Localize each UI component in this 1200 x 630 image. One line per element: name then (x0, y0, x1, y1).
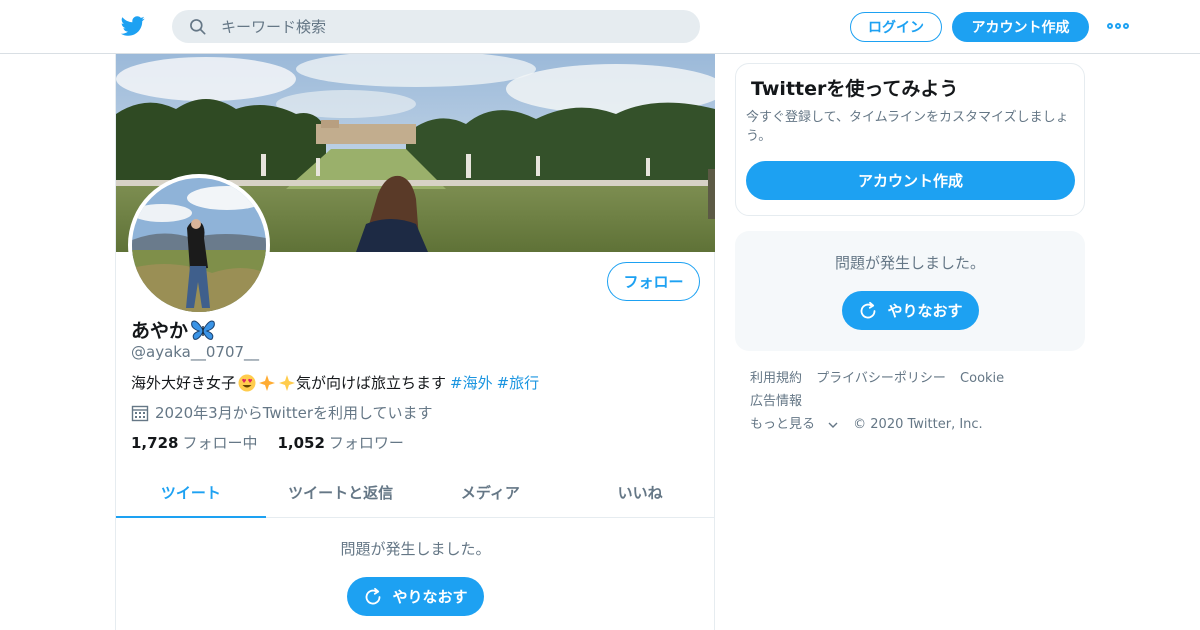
sidebar-error-message: 問題が発生しました。 (834, 254, 985, 272)
retry-label: やりなおす (392, 588, 468, 606)
timeline-error-message: 問題が発生しました。 (340, 540, 491, 558)
followers-stat[interactable]: 1,052 フォロワー (277, 432, 403, 453)
signup-card: Twitterを使ってみよう 今すぐ登録して、タイムラインをカスタマイズしましょ… (735, 63, 1085, 216)
tab-likes[interactable]: いいね (565, 467, 715, 517)
signup-card-title: Twitterを使ってみよう (751, 78, 959, 100)
followers-count: 1,052 (277, 434, 325, 452)
footer-more-label: もっと見る (750, 417, 816, 432)
footer-link-more[interactable]: もっと見る (750, 417, 839, 432)
following-stat[interactable]: 1,728 フォロー中 (131, 432, 257, 453)
refresh-icon (366, 587, 381, 604)
sparkles-emoji (279, 374, 296, 391)
search-input[interactable] (221, 17, 691, 36)
tab-tweets-and-replies[interactable]: ツイートと返信 (266, 467, 416, 517)
twitter-bird-icon[interactable] (120, 14, 146, 38)
hashtag-link[interactable]: #海外 (450, 372, 493, 393)
calendar-icon (131, 405, 149, 421)
following-label: フォロー中 (182, 434, 258, 452)
chevron-down-icon (828, 422, 838, 428)
hashtag-link[interactable]: #旅行 (497, 372, 540, 393)
signup-card-button[interactable]: アカウント作成 (746, 161, 1075, 200)
login-button[interactable]: ログイン (850, 12, 942, 42)
heart-eyes-emoji (238, 374, 256, 391)
retry-label: やりなおす (887, 302, 963, 320)
footer-link-terms[interactable]: 利用規約 (750, 371, 802, 386)
top-navigation-bar: ログイン アカウント作成 (0, 0, 1200, 54)
display-name-text: あやか (131, 320, 189, 342)
tab-tweets[interactable]: ツイート (116, 467, 266, 518)
signup-card-description: 今すぐ登録して、タイムラインをカスタマイズしましょう。 (746, 110, 1069, 144)
footer-link-privacy[interactable]: プライバシーポリシー (816, 371, 946, 386)
sidebar-error-card: 問題が発生しました。 やりなおす (735, 231, 1085, 351)
profile-display-name: あやか (131, 316, 216, 343)
following-count: 1,728 (131, 434, 179, 452)
follow-button[interactable]: フォロー (607, 262, 700, 301)
signup-button[interactable]: アカウント作成 (952, 12, 1089, 42)
sidebar-retry-button[interactable]: やりなおす (842, 291, 979, 330)
profile-handle: @ayaka__0707__ (131, 343, 260, 361)
footer-link-cookie[interactable]: Cookie (960, 371, 1004, 386)
copyright-text: © 2020 Twitter, Inc. (853, 417, 983, 432)
profile-stats: 1,728 フォロー中 1,052 フォロワー (131, 432, 424, 453)
butterfly-emoji (191, 320, 215, 340)
bio-text: 海外大好き女子 (131, 374, 237, 392)
bio-text-2: 気が向けば旅立ちます (296, 374, 447, 392)
sparkles-emoji (259, 374, 276, 391)
timeline-retry-button[interactable]: やりなおす (347, 577, 484, 616)
joined-date: 2020年3月からTwitterを利用しています (131, 402, 433, 423)
joined-text: 2020年3月からTwitterを利用しています (155, 404, 433, 422)
footer-link-ads[interactable]: 広告情報 (750, 394, 802, 409)
profile-tabs: ツイート ツイートと返信 メディア いいね (116, 467, 715, 518)
search-icon (190, 18, 206, 35)
profile-column: フォロー あやか @ayaka__0707__ 海外大好き女子 気が向けば旅立ち… (115, 54, 715, 630)
search-box[interactable] (172, 10, 700, 43)
refresh-icon (861, 301, 876, 318)
profile-bio: 海外大好き女子 気が向けば旅立ちます #海外 #旅行 (131, 372, 539, 393)
tab-media[interactable]: メディア (416, 467, 566, 517)
followers-label: フォロワー (328, 434, 404, 452)
profile-avatar[interactable] (128, 174, 270, 316)
more-icon[interactable] (1107, 21, 1129, 31)
sidebar-footer: 利用規約 プライバシーポリシー Cookie 広告情報 もっと見る © 2020… (750, 367, 1080, 436)
